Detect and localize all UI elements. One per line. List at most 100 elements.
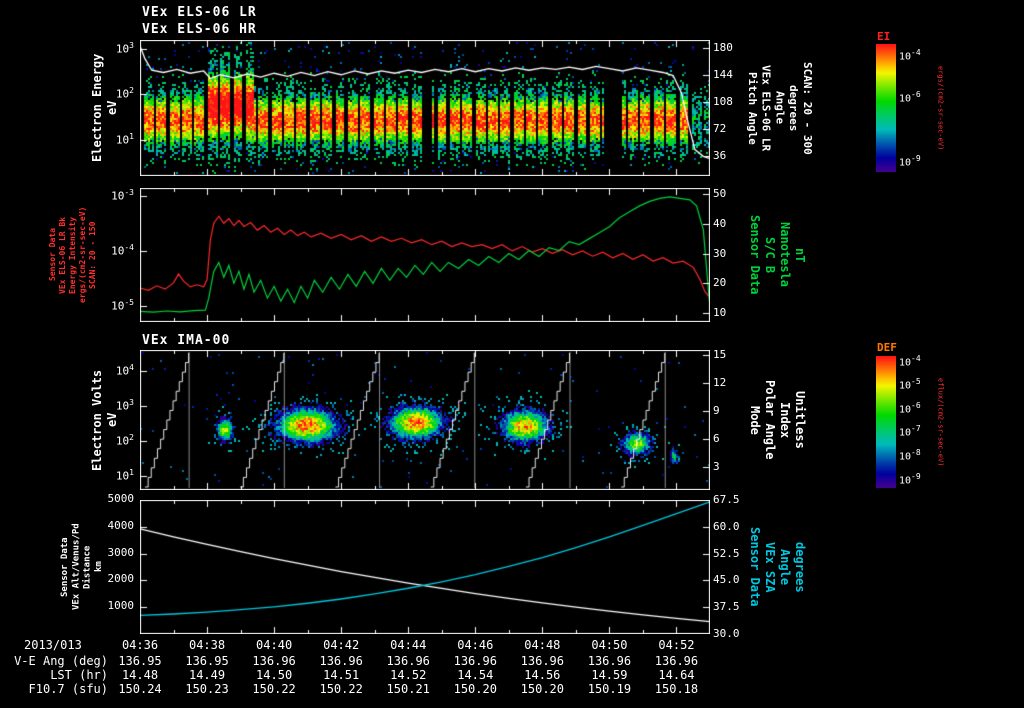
axis-tick-label: 10-3 [111,188,134,203]
panel1-title-lr: VEx ELS-06 LR [142,5,257,20]
axis-tick-label: 67.5 [713,493,740,506]
panel1-title-hr: VEx ELS-06 HR [142,22,257,37]
table-cell: 150.23 [185,682,229,696]
axis-tick-label: 1000 [107,599,135,613]
table-cell: 150.18 [654,682,699,696]
colorbar-def-unit: eflux/(cm2-sr-sec-eV) [936,377,945,467]
axis-tick-label: 3000 [107,545,135,559]
table-cell: 136.96 [587,654,632,668]
time-tick-label: 04:36 [121,638,159,652]
axis-tick-label: 60.0 [713,519,740,533]
axis-label-line: Angle [773,91,787,125]
table-cell: 136.96 [252,654,296,668]
axis-tick-label: 10-9 [899,471,921,486]
axis-label-line: Sensor Data [60,537,70,597]
axis-label-line: Pitch Angle [745,71,759,145]
table-cell: 14.48 [121,668,159,682]
table-cell: 150.19 [587,682,632,696]
axis-label-line: degrees [787,84,800,132]
axis-tick-label: 144 [713,67,733,81]
axis-tick-label: 30.0 [713,627,740,640]
axis-tick-label: 45.0 [713,573,740,587]
axis-tick-label: 10-4 [111,242,134,258]
axis-tick-label: 4000 [107,518,135,532]
time-tick-label: 04:48 [524,638,561,652]
axis-label-line: ergs/(cm2-sr-sec-eV) [78,206,87,304]
axis-tick-label: 10-6 [899,400,921,416]
axis-label-line: Index [778,401,792,439]
altitude-sza-canvas [140,500,710,634]
axis-label-line: degrees [793,541,807,593]
tplot-window: VEx ELS-06 LR VEx ELS-06 HR VEx IMA-00 E… [0,0,1024,708]
axis-label-line: Energy Intensity [68,216,77,294]
table-cell: 136.95 [185,654,229,668]
row-label-f107: F10.7 (sfu) [28,682,108,696]
axis-tick-label: 10-4 [899,47,921,62]
table-cell: 150.24 [118,682,162,696]
axis-tick-label: 72 [713,122,727,136]
axis-tick-label: 103 [115,398,134,413]
intensity-bfield-canvas [140,188,710,322]
axis-label-line: VEx ELS-06 LR [759,64,773,152]
axis-tick-label: 180 [713,40,733,54]
axis-tick-label: 10-7 [899,424,921,439]
axis-tick-label: 2000 [107,572,135,586]
axis-tick-label: 5000 [107,492,135,505]
colorbar-def [876,356,896,488]
p2-left-axis-label: Sensor Data VEx ELS-06 LR Bk Energy Inte… [48,188,98,322]
axis-label-line: Angle [778,548,792,586]
table-cell: 136.96 [386,654,430,668]
axis-tick-label: 101 [115,468,134,483]
colorbar-def-title: DEF [877,341,897,354]
time-tick-label: 04:52 [658,638,695,652]
time-tick-label: 04:42 [323,638,360,652]
time-tick-label: 04:50 [591,638,628,652]
axis-tick-label: 103 [115,41,134,56]
table-cell: 136.96 [654,654,699,668]
colorbar-ei-unit: ergs/(cm2-sr-sec-eV) [936,65,945,151]
axis-tick-label: 15 [713,347,727,361]
panel3-title: VEx IMA-00 [142,333,231,348]
axis-label-line: Sensor Data [48,228,57,282]
axis-tick-label: 6 [713,431,720,445]
table-cell: 14.51 [323,668,360,682]
axis-tick-label: 36 [713,149,727,163]
axis-tick-label: 108 [713,94,733,108]
table-cell: 14.59 [591,668,628,682]
table-cell: 150.22 [252,682,296,696]
axis-label-line: eV [105,100,119,116]
ima-spectrogram-canvas [140,350,710,490]
time-tick-label: 04:40 [256,638,293,652]
axis-label-line: Unitless [793,391,807,449]
p1-right-axis-label: Pitch Angle VEx ELS-06 LR Angle degrees … [745,40,814,176]
axis-tick-label: 104 [115,363,134,378]
axis-label-line: Mode [748,405,762,435]
p2-right-axis-label: Sensor Data S/C B Nanotesla nT [747,188,807,322]
axis-tick-label: 101 [115,131,134,147]
axis-tick-label: 10-5 [899,377,921,392]
axis-tick-label: 12 [713,375,727,389]
p4-right-axis-label: Sensor Data VEx SZA Angle degrees [747,500,807,634]
axis-label-line: Polar Angle [763,380,777,460]
table-cell: 136.96 [520,654,565,668]
table-cell: 136.95 [118,654,162,668]
p1-left-axis-label: Electron Energy eV [90,40,120,176]
time-tick-label: 04:46 [457,638,494,652]
table-cell: 150.20 [453,682,497,696]
table-cell: 150.21 [386,682,430,696]
time-tick-label: 04:44 [390,638,427,652]
axis-tick-label: 10-9 [899,154,921,169]
p3-right-axis-label: Mode Polar Angle Index Unitless [747,350,807,490]
axis-label-line: VEx ELS-06 LR Bk [58,216,67,294]
table-cell: 14.50 [256,668,293,682]
axis-tick-label: 30 [713,246,727,260]
table-cell: 14.54 [457,668,494,682]
axis-label-line: Sensor Data [748,527,762,607]
axis-tick-label: 10-4 [899,353,921,369]
table-cell: 14.64 [658,668,695,682]
colorbar-ei [876,44,896,172]
axis-label-line: Nanotesla [778,222,792,288]
axis-label-line: Sensor Data [748,215,762,295]
axis-tick-label: 102 [115,86,134,102]
table-cell: 14.52 [390,668,427,682]
